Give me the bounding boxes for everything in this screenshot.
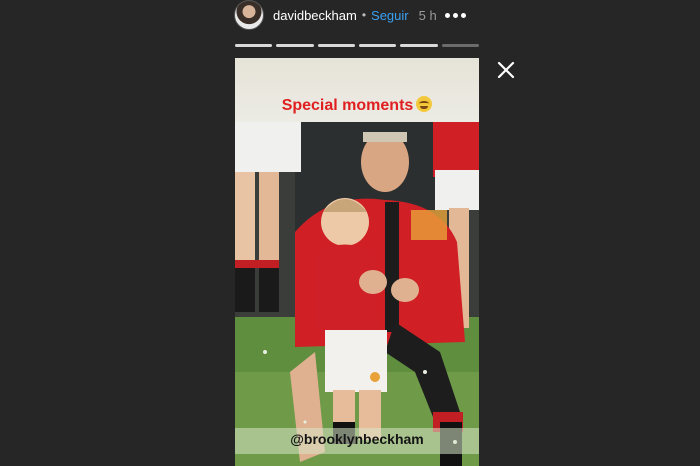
story-card[interactable]: Special moments @brooklynbeckham <box>235 58 479 466</box>
story-photo <box>235 122 479 466</box>
progress-segment <box>358 44 397 47</box>
progress-segment <box>235 44 273 47</box>
more-dots-icon[interactable] <box>444 12 466 18</box>
progress-segment <box>400 44 438 47</box>
story-progress-bar <box>235 44 479 47</box>
progress-segment <box>441 44 479 47</box>
separator-dot: • <box>361 8 367 22</box>
progress-segment <box>276 44 314 47</box>
story-timestamp: 5 h <box>418 7 437 23</box>
caption-text: Special moments <box>281 97 414 114</box>
story-header: davidbeckham • Seguir 5 h <box>234 0 484 30</box>
story-caption: Special moments <box>235 96 479 115</box>
username-link[interactable]: davidbeckham <box>273 8 357 23</box>
close-icon[interactable] <box>496 60 516 80</box>
mention-tag[interactable]: @brooklynbeckham <box>235 431 479 447</box>
progress-segment <box>317 44 355 47</box>
profile-avatar[interactable] <box>234 0 264 30</box>
follow-button[interactable]: Seguir <box>371 8 409 23</box>
laughing-crying-emoji-icon <box>416 96 433 112</box>
story-viewer: davidbeckham • Seguir 5 h Special moment… <box>0 0 700 466</box>
